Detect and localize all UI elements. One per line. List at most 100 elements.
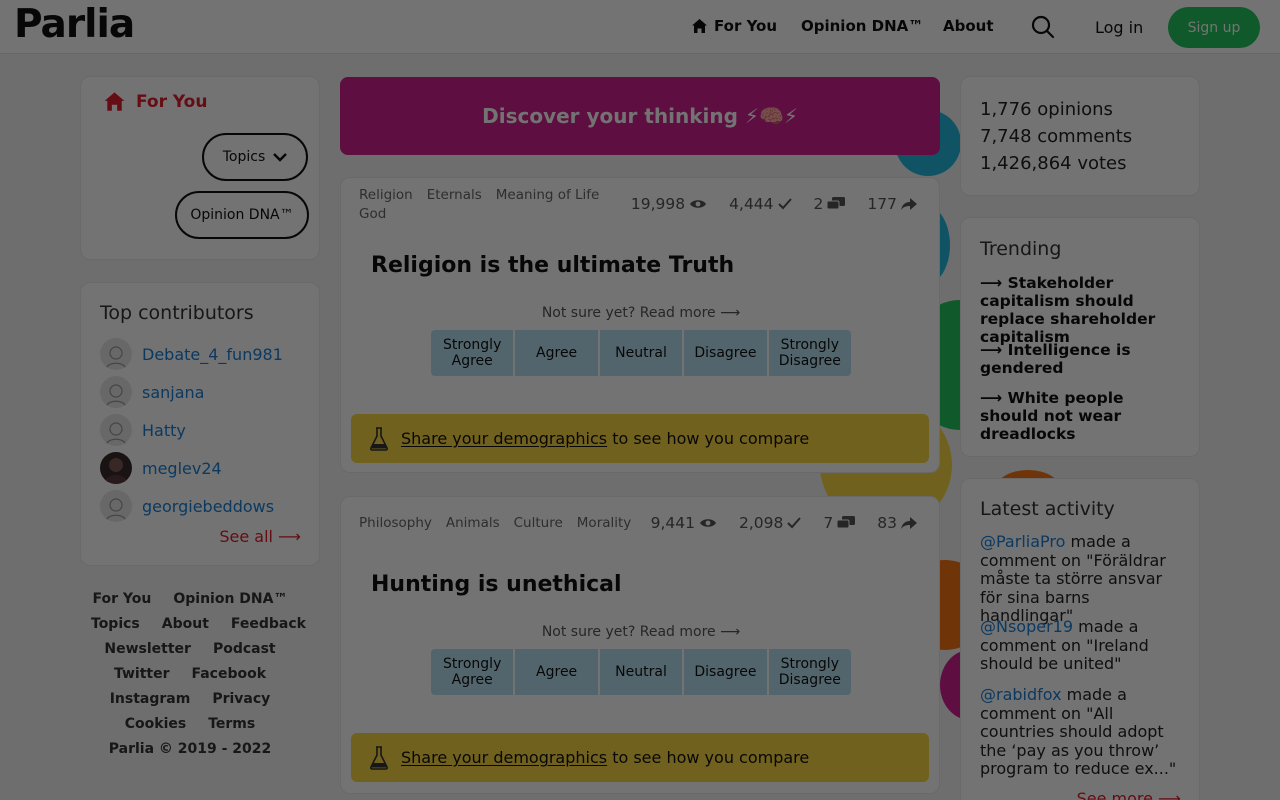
- tag[interactable]: Philosophy: [359, 515, 432, 531]
- trending-item[interactable]: ⟶ Stakeholder capitalism should replace …: [980, 274, 1185, 346]
- footer-link[interactable]: Instagram: [110, 691, 191, 707]
- read-more-link[interactable]: Not sure yet? Read more ⟶: [341, 305, 941, 321]
- tag[interactable]: Eternals: [427, 187, 482, 203]
- card-stats: 9,441 2,098 7 83: [651, 514, 917, 532]
- vote-strongly-disagree-button[interactable]: Strongly Disagree: [768, 649, 851, 695]
- vote-strongly-disagree-button[interactable]: Strongly Disagree: [768, 330, 851, 376]
- nav-for-you-label: For You: [714, 17, 778, 35]
- tag[interactable]: Meaning of Life: [496, 187, 600, 203]
- footer-link[interactable]: Opinion DNA™: [173, 591, 287, 607]
- vote-disagree-button[interactable]: Disagree: [684, 649, 769, 695]
- opinion-dna-button[interactable]: Opinion DNA™: [175, 191, 309, 239]
- contributor-name: Hatty: [142, 420, 186, 440]
- footer-link[interactable]: Privacy: [212, 691, 270, 707]
- login-link[interactable]: Log in: [1095, 18, 1143, 37]
- question-card: Religion Eternals Meaning of Life God 19,99…: [340, 177, 940, 473]
- views-count: 19,998: [631, 195, 707, 213]
- home-icon: [692, 19, 707, 33]
- nav-about[interactable]: About: [943, 17, 994, 35]
- nav-for-you[interactable]: For You: [691, 17, 777, 35]
- flask-icon: [370, 745, 388, 770]
- footer-link[interactable]: Cookies: [125, 716, 186, 732]
- topics-dropdown[interactable]: Topics: [202, 133, 308, 181]
- eye-icon: [700, 519, 717, 527]
- latest-activity-panel: Latest activity @ParliaPro made a commen…: [960, 478, 1200, 800]
- avatar: [100, 414, 132, 446]
- share-icon: [901, 197, 917, 210]
- contributor-name: sanjana: [142, 382, 205, 402]
- footer-link[interactable]: Terms: [208, 716, 255, 732]
- avatar: [100, 490, 132, 522]
- tag[interactable]: Religion: [359, 187, 413, 203]
- tag[interactable]: God: [359, 206, 386, 222]
- nav-opinion-dna[interactable]: Opinion DNA™: [801, 17, 923, 35]
- vote-agree-button[interactable]: Agree: [515, 649, 600, 695]
- activity-user-link[interactable]: @Nsoper19: [980, 617, 1073, 636]
- vote-neutral-button[interactable]: Neutral: [599, 330, 685, 376]
- footer-links: For You Opinion DNA™ Topics About Feedback …: [80, 587, 306, 762]
- footer-link[interactable]: Twitter: [114, 666, 170, 682]
- opinion-dna-label: Opinion DNA™: [190, 207, 294, 223]
- tag[interactable]: Morality: [577, 515, 632, 531]
- activity-user-link[interactable]: @ParliaPro: [980, 532, 1065, 551]
- comments-icon: [837, 516, 856, 529]
- tag[interactable]: Animals: [446, 515, 500, 531]
- footer-link[interactable]: Newsletter: [104, 641, 191, 657]
- vote-neutral-button[interactable]: Neutral: [599, 649, 685, 695]
- footer-link[interactable]: About: [162, 616, 209, 632]
- activity-user-link[interactable]: @rabidfox: [980, 685, 1062, 704]
- left-nav-panel: For You Topics Opinion DNA™: [80, 76, 320, 260]
- vote-options: Strongly Agree Agree Neutral Disagree St…: [431, 649, 851, 695]
- tag-list: Philosophy Animals Culture Morality: [359, 514, 659, 533]
- sidebar-for-you[interactable]: For You: [103, 91, 207, 112]
- discover-thinking-banner[interactable]: Discover your thinking ⚡🧠⚡: [340, 77, 940, 155]
- footer-link[interactable]: Feedback: [231, 616, 306, 632]
- contributor-item[interactable]: sanjana: [100, 376, 204, 408]
- vote-disagree-button[interactable]: Disagree: [684, 330, 769, 376]
- topics-label: Topics: [222, 149, 266, 165]
- share-demographics-link[interactable]: Share your demographics: [401, 429, 607, 448]
- shares-count: 177: [867, 195, 917, 213]
- activity-item: @Nsoper19 made a comment on "Ireland sho…: [980, 617, 1185, 674]
- trending-item[interactable]: ⟶ Intelligence is gendered: [980, 341, 1185, 377]
- tag[interactable]: Culture: [514, 515, 563, 531]
- question-title[interactable]: Religion is the ultimate Truth: [371, 253, 734, 278]
- demographics-suffix: to see how you compare: [607, 748, 810, 767]
- contributor-item[interactable]: meglev24: [100, 452, 222, 484]
- comments-icon: [827, 197, 846, 210]
- share-demographics-link[interactable]: Share your demographics: [401, 748, 607, 767]
- search-icon[interactable]: [1031, 15, 1055, 39]
- card-stats: 19,998 4,444 2 177: [631, 195, 917, 213]
- check-icon: [777, 198, 792, 210]
- comments-count: 7: [823, 514, 856, 532]
- question-card: Philosophy Animals Culture Morality 9,441 2…: [340, 496, 940, 794]
- flask-icon: [370, 426, 388, 451]
- vote-strongly-agree-button[interactable]: Strongly Agree: [431, 330, 516, 376]
- home-icon: [104, 92, 125, 111]
- question-title[interactable]: Hunting is unethical: [371, 572, 622, 597]
- footer-link[interactable]: For You: [93, 591, 152, 607]
- contributor-item[interactable]: georgiebeddows: [100, 490, 274, 522]
- demographics-prompt: Share your demographics to see how you c…: [351, 733, 929, 782]
- see-more-activity-link[interactable]: See more ⟶: [1077, 789, 1181, 800]
- see-all-contributors-link[interactable]: See all ⟶: [219, 527, 301, 546]
- footer-link[interactable]: Topics: [91, 616, 140, 632]
- top-contributors-title: Top contributors: [100, 302, 254, 324]
- trending-item[interactable]: ⟶ White people should not wear dreadlock…: [980, 389, 1185, 443]
- parlia-logo[interactable]: Parlia: [14, 2, 135, 47]
- read-more-link[interactable]: Not sure yet? Read more ⟶: [341, 624, 941, 640]
- contributor-item[interactable]: Hatty: [100, 414, 186, 446]
- signup-button[interactable]: Sign up: [1168, 7, 1260, 48]
- vote-strongly-agree-button[interactable]: Strongly Agree: [431, 649, 516, 695]
- check-icon: [787, 517, 802, 529]
- footer-link[interactable]: Podcast: [213, 641, 276, 657]
- vote-agree-button[interactable]: Agree: [515, 330, 600, 376]
- footer-link[interactable]: Facebook: [191, 666, 266, 682]
- sidebar-for-you-label: For You: [136, 91, 208, 112]
- contributor-item[interactable]: Debate_4_fun981: [100, 338, 283, 370]
- votes-count: 2,098: [739, 514, 802, 532]
- comments-total: 7,748 comments: [980, 126, 1133, 147]
- votes-total: 1,426,864 votes: [980, 153, 1127, 174]
- avatar: [100, 376, 132, 408]
- activity-item: @ParliaPro made a comment on "Föräldrar …: [980, 532, 1185, 626]
